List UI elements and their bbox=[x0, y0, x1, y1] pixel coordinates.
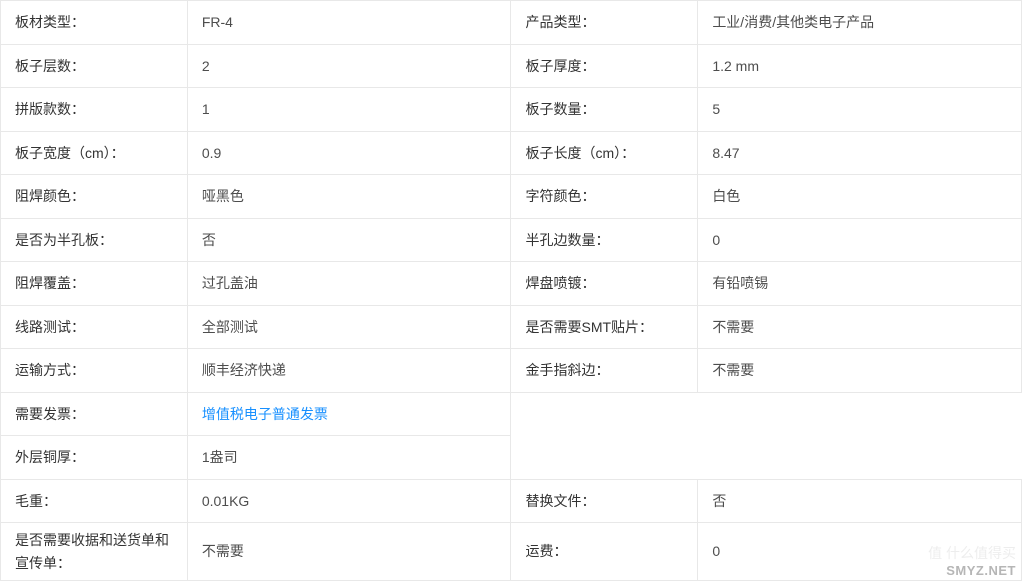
spec-value: 全部测试 bbox=[187, 305, 511, 349]
spec-label: 板子宽度（cm）： bbox=[1, 131, 188, 175]
spec-value: 顺丰经济快递 bbox=[187, 349, 511, 393]
spec-value: 白色 bbox=[698, 175, 1022, 219]
spec-label: 字符颜色： bbox=[511, 175, 698, 219]
spec-value: 0.01KG bbox=[187, 479, 511, 523]
table-row: 是否为半孔板：否半孔边数量：0 bbox=[1, 218, 1022, 262]
invoice-link[interactable]: 增值税电子普通发票 bbox=[202, 406, 328, 422]
table-row: 板材类型：FR-4产品类型：工业/消费/其他类电子产品 bbox=[1, 1, 1022, 45]
spec-value: 0 bbox=[698, 218, 1022, 262]
spec-value: 不需要 bbox=[187, 523, 511, 581]
spec-label: 板子数量： bbox=[511, 88, 698, 132]
table-row: 需要发票： 增值税电子普通发票 bbox=[1, 392, 1022, 436]
spec-label: 阻焊覆盖： bbox=[1, 262, 188, 306]
spec-label: 产品类型： bbox=[511, 1, 698, 45]
spec-label: 板子层数： bbox=[1, 44, 188, 88]
table-row: 阻焊颜色：哑黑色字符颜色：白色 bbox=[1, 175, 1022, 219]
empty-cell bbox=[511, 436, 698, 480]
spec-value: 过孔盖油 bbox=[187, 262, 511, 306]
spec-value: FR-4 bbox=[187, 1, 511, 45]
spec-label: 焊盘喷镀： bbox=[511, 262, 698, 306]
spec-value: 哑黑色 bbox=[187, 175, 511, 219]
table-row: 拼版款数：1板子数量：5 bbox=[1, 88, 1022, 132]
table-row: 是否需要收据和送货单和宣传单：不需要运费：0 bbox=[1, 523, 1022, 581]
spec-value: 否 bbox=[187, 218, 511, 262]
spec-label: 运费： bbox=[511, 523, 698, 581]
spec-value: 不需要 bbox=[698, 305, 1022, 349]
spec-value: 0.9 bbox=[187, 131, 511, 175]
spec-tbody: 板材类型：FR-4产品类型：工业/消费/其他类电子产品板子层数：2板子厚度：1.… bbox=[1, 1, 1022, 581]
spec-label: 需要发票： bbox=[1, 392, 188, 436]
spec-label: 金手指斜边： bbox=[511, 349, 698, 393]
spec-value: 不需要 bbox=[698, 349, 1022, 393]
empty-cell bbox=[698, 436, 1022, 480]
table-row: 板子宽度（cm）：0.9板子长度（cm）：8.47 bbox=[1, 131, 1022, 175]
spec-label: 毛重： bbox=[1, 479, 188, 523]
spec-value: 否 bbox=[698, 479, 1022, 523]
spec-label: 运输方式： bbox=[1, 349, 188, 393]
spec-value: 1.2 mm bbox=[698, 44, 1022, 88]
spec-label: 线路测试： bbox=[1, 305, 188, 349]
table-row: 外层铜厚：1盎司 bbox=[1, 436, 1022, 480]
spec-value: 8.47 bbox=[698, 131, 1022, 175]
spec-value: 2 bbox=[187, 44, 511, 88]
table-row: 毛重：0.01KG替换文件：否 bbox=[1, 479, 1022, 523]
spec-label: 是否为半孔板： bbox=[1, 218, 188, 262]
spec-label: 半孔边数量： bbox=[511, 218, 698, 262]
spec-value: 1盎司 bbox=[187, 436, 511, 480]
spec-label: 是否需要收据和送货单和宣传单： bbox=[1, 523, 188, 581]
empty-cell bbox=[698, 392, 1022, 436]
table-row: 运输方式：顺丰经济快递金手指斜边：不需要 bbox=[1, 349, 1022, 393]
spec-label: 外层铜厚： bbox=[1, 436, 188, 480]
spec-label: 是否需要SMT贴片： bbox=[511, 305, 698, 349]
spec-label: 板子厚度： bbox=[511, 44, 698, 88]
spec-label: 拼版款数： bbox=[1, 88, 188, 132]
spec-value: 工业/消费/其他类电子产品 bbox=[698, 1, 1022, 45]
spec-value: 1 bbox=[187, 88, 511, 132]
spec-value[interactable]: 增值税电子普通发票 bbox=[187, 392, 511, 436]
spec-label: 阻焊颜色： bbox=[1, 175, 188, 219]
spec-label: 替换文件： bbox=[511, 479, 698, 523]
spec-label: 板材类型： bbox=[1, 1, 188, 45]
spec-value: 有铅喷锡 bbox=[698, 262, 1022, 306]
spec-label: 板子长度（cm）： bbox=[511, 131, 698, 175]
table-row: 线路测试：全部测试是否需要SMT贴片：不需要 bbox=[1, 305, 1022, 349]
spec-value: 5 bbox=[698, 88, 1022, 132]
empty-cell bbox=[511, 392, 698, 436]
spec-table: 板材类型：FR-4产品类型：工业/消费/其他类电子产品板子层数：2板子厚度：1.… bbox=[0, 0, 1022, 581]
table-row: 阻焊覆盖：过孔盖油焊盘喷镀：有铅喷锡 bbox=[1, 262, 1022, 306]
table-row: 板子层数：2板子厚度：1.2 mm bbox=[1, 44, 1022, 88]
